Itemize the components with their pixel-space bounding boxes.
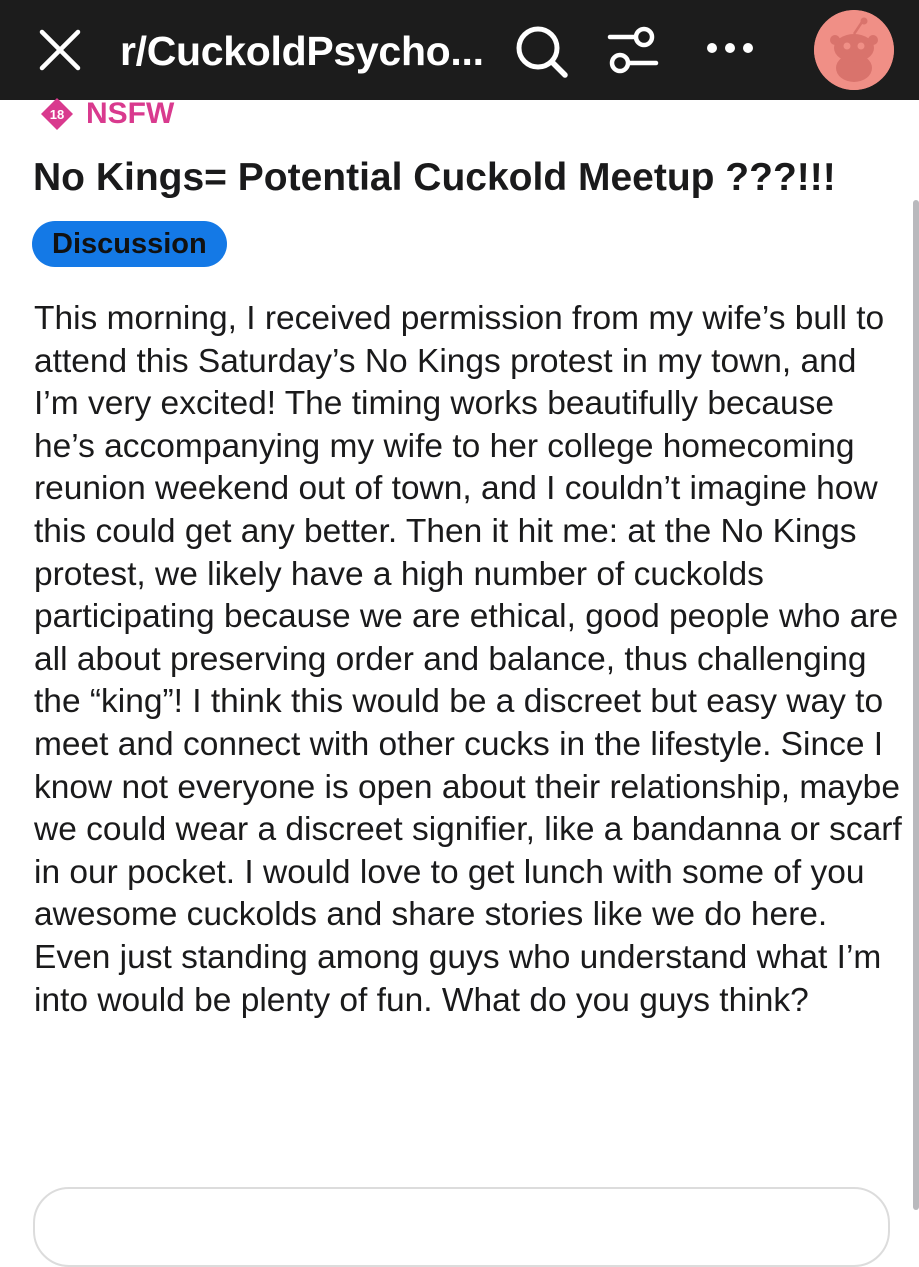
nsfw-label: NSFW xyxy=(86,97,175,130)
close-icon[interactable] xyxy=(38,28,82,72)
comment-box[interactable] xyxy=(33,1187,890,1267)
post-flair[interactable]: Discussion xyxy=(32,221,227,267)
snoo-avatar-icon xyxy=(814,10,894,90)
post-body: This morning, I received permission from… xyxy=(34,300,902,1019)
subreddit-title[interactable]: r/CuckoldPsycho... xyxy=(120,26,500,76)
nsfw-age-label: 18 xyxy=(50,107,64,122)
scrollbar[interactable] xyxy=(913,200,919,1210)
filter-icon[interactable] xyxy=(604,24,662,76)
top-app-bar: r/CuckoldPsycho... xyxy=(0,0,919,100)
nsfw-tag: 18 NSFW xyxy=(40,96,174,132)
nsfw-badge-icon: 18 xyxy=(41,98,73,130)
post-title: No Kings= Potential Cuckold Meetup ???!!… xyxy=(33,156,836,199)
avatar[interactable] xyxy=(814,10,894,90)
more-icon[interactable] xyxy=(700,36,760,60)
search-icon[interactable] xyxy=(512,22,570,80)
